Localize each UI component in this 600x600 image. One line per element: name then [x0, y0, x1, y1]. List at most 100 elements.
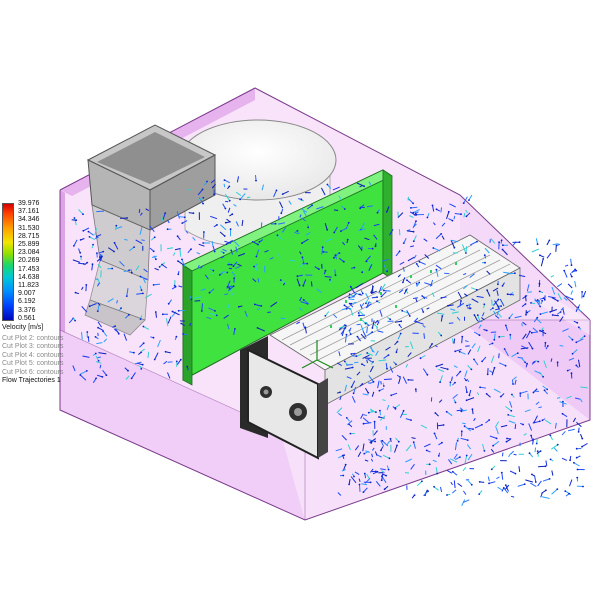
plot-item-cut-plot-5[interactable]: Cut Plot 5: contours: [2, 360, 63, 368]
trajectory-arrow: [220, 271, 228, 273]
plot-list: Cut Plot 2: contours Cut Plot 3: contour…: [2, 335, 63, 385]
trajectory-point: [380, 449, 382, 452]
trajectory-point: [526, 362, 528, 365]
trajectory-point: [212, 269, 215, 272]
trajectory-point: [280, 212, 283, 215]
trajectory-point: [500, 471, 503, 474]
trajectory-arrow: [461, 499, 466, 507]
trajectory-point: [509, 333, 512, 336]
trajectory-point: [347, 221, 350, 224]
trajectory-point: [548, 478, 551, 480]
trajectory-point: [524, 361, 527, 364]
trajectory-arrow: [267, 311, 271, 313]
trajectory-point: [492, 307, 494, 309]
trajectory-point: [186, 365, 189, 368]
trajectory-point: [466, 391, 468, 394]
trajectory-point: [167, 302, 170, 305]
trajectory-point: [346, 238, 349, 241]
trajectory-point: [493, 366, 496, 369]
trajectory-point: [228, 185, 231, 188]
trajectory-point: [512, 383, 514, 385]
trajectory-point: [398, 324, 401, 326]
plot-item-flow-trajectories[interactable]: Flow Trajectories 1: [2, 377, 63, 385]
trajectory-point: [543, 298, 546, 301]
trajectory-point: [542, 297, 545, 300]
trajectory-point: [232, 265, 235, 268]
trajectory-arrow: [384, 378, 392, 380]
trajectory-point: [398, 250, 401, 253]
trajectory-point: [473, 314, 476, 316]
trajectory-point: [215, 314, 218, 317]
trajectory-point: [526, 311, 529, 314]
trajectory-point: [577, 431, 580, 433]
colorbar-tick: 28.715: [18, 232, 40, 240]
trajectory-point: [386, 367, 388, 370]
trajectory-point: [125, 295, 128, 297]
trajectory-point: [372, 361, 374, 363]
trajectory-point: [95, 235, 98, 238]
trajectory-point: [499, 395, 502, 398]
trajectory-point: [173, 284, 176, 287]
trajectory-point: [538, 290, 541, 293]
trajectory-point: [536, 243, 539, 246]
trajectory-arrow: [525, 479, 534, 483]
trajectory-point: [356, 335, 359, 338]
trajectory-point: [353, 475, 355, 478]
trajectory-point: [226, 271, 229, 274]
trajectory-arrow: [541, 496, 550, 499]
trajectory-point: [574, 268, 576, 271]
trajectory-arrow: [508, 453, 512, 458]
trajectory-point: [466, 304, 468, 307]
trajectory-point: [412, 202, 414, 205]
trajectory-arrow: [537, 480, 542, 487]
trajectory-point: [571, 298, 574, 301]
trajectory-point: [177, 309, 180, 312]
trajectory-arrow: [257, 278, 260, 283]
trajectory-point: [415, 263, 418, 265]
trajectory-point: [153, 358, 156, 361]
trajectory-arrow: [345, 364, 353, 366]
trajectory-point: [142, 325, 145, 328]
trajectory-point: [329, 278, 331, 281]
trajectory-point: [350, 386, 353, 388]
trajectory-point: [139, 318, 142, 320]
plot-item-cut-plot-2[interactable]: Cut Plot 2: contours: [2, 335, 63, 343]
trajectory-arrow: [553, 447, 558, 452]
trajectory-point: [531, 473, 533, 476]
trajectory-arrow: [440, 207, 442, 213]
trajectory-point: [546, 388, 549, 391]
trajectory-point: [200, 310, 203, 312]
trajectory-arrow: [358, 314, 366, 317]
plot-item-cut-plot-3[interactable]: Cut Plot 3: contours: [2, 343, 63, 351]
trajectory-point: [556, 488, 559, 490]
trajectory-point: [488, 419, 491, 421]
trajectory-point: [311, 204, 313, 207]
trajectory-point: [376, 300, 378, 303]
trajectory-arrow: [567, 283, 573, 289]
trajectory-point: [528, 452, 531, 455]
trajectory-point: [400, 320, 403, 323]
trajectory-point: [300, 198, 303, 201]
trajectory-point: [349, 333, 352, 335]
trajectory-point: [218, 274, 221, 276]
trajectory-point: [363, 452, 366, 455]
trajectory-point: [343, 304, 346, 307]
trajectory-arrow: [510, 450, 514, 455]
trajectory-point: [175, 360, 178, 363]
trajectory-point: [166, 228, 169, 231]
trajectory-point: [127, 313, 130, 316]
trajectory-point: [466, 439, 469, 441]
colorbar-tick: 31.530: [18, 224, 40, 232]
trajectory-arrow: [540, 258, 544, 267]
trajectory-point: [485, 329, 488, 332]
trajectory-point: [568, 492, 570, 495]
trajectory-point: [446, 368, 449, 371]
trajectory-point: [127, 369, 129, 372]
trajectory-point: [355, 355, 358, 357]
plot-item-cut-plot-4[interactable]: Cut Plot 4: contours: [2, 352, 63, 360]
plot-item-cut-plot-6[interactable]: Cut Plot 6: contours: [2, 369, 63, 377]
trajectory-point: [352, 392, 355, 395]
trajectory-arrow: [404, 472, 410, 474]
trajectory-point: [374, 440, 376, 443]
trajectory-point: [152, 284, 155, 286]
